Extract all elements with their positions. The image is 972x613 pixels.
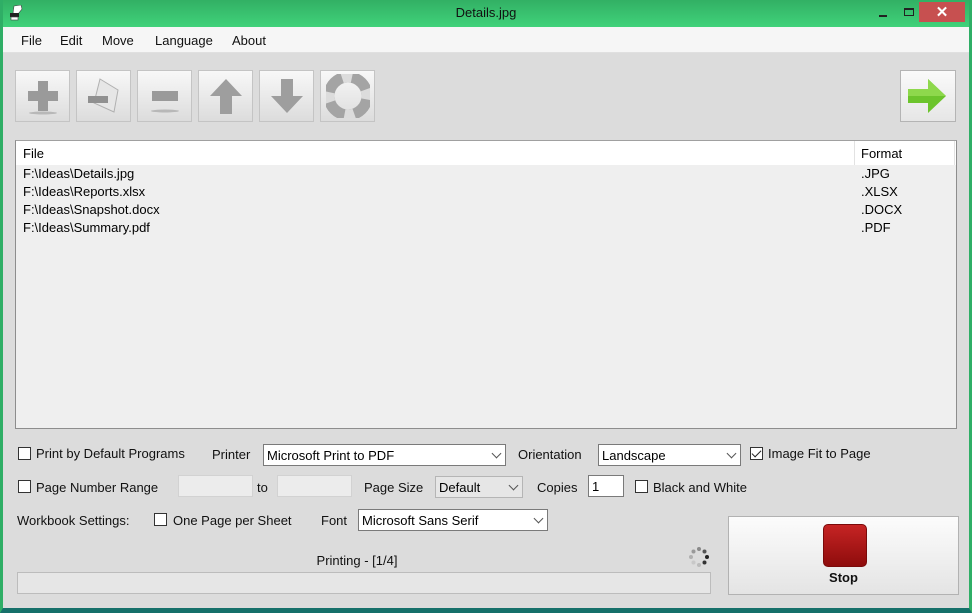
menu-bar: File Edit Move Language About (3, 27, 969, 53)
print-by-default-label[interactable]: Print by Default Programs (36, 446, 185, 461)
workbook-settings-label: Workbook Settings: (17, 513, 130, 528)
remove-document-icon (87, 78, 119, 113)
column-header-file[interactable]: File (23, 146, 44, 161)
add-button[interactable] (15, 70, 70, 122)
chevron-down-icon (726, 448, 737, 459)
file-format: .JPG (861, 166, 890, 181)
file-format: .PDF (861, 220, 891, 235)
page-size-label: Page Size (364, 480, 424, 495)
table-row[interactable]: F:\Ideas\Reports.xlsx .XLSX (16, 183, 956, 201)
file-list[interactable]: File Format F:\Ideas\Details.jpg .JPG F:… (15, 140, 957, 429)
font-value: Microsoft Sans Serif (362, 513, 479, 528)
move-up-button[interactable] (198, 70, 253, 122)
column-separator[interactable] (954, 141, 955, 165)
close-button[interactable]: ✕ (919, 2, 965, 22)
file-path: F:\Ideas\Details.jpg (23, 166, 135, 181)
page-range-label[interactable]: Page Number Range (36, 480, 158, 495)
font-select[interactable]: Microsoft Sans Serif (358, 509, 548, 531)
orientation-select[interactable]: Landscape (598, 444, 741, 466)
chevron-down-icon (533, 513, 544, 524)
status-text: Printing - [1/4] (316, 553, 398, 568)
table-row[interactable]: F:\Ideas\Snapshot.docx .DOCX (16, 201, 956, 219)
page-size-select[interactable]: Default (435, 476, 523, 498)
close-icon: ✕ (935, 4, 949, 21)
file-path: F:\Ideas\Snapshot.docx (23, 202, 160, 217)
column-header-format[interactable]: Format (861, 146, 902, 161)
chevron-down-icon (491, 448, 502, 459)
progress-bar (17, 572, 711, 594)
page-range-from-input[interactable] (178, 475, 253, 497)
table-row[interactable]: F:\Ideas\Summary.pdf .PDF (16, 219, 956, 237)
arrow-down-icon (270, 79, 303, 113)
print-by-default-checkbox[interactable] (18, 447, 31, 460)
black-white-checkbox[interactable] (635, 480, 648, 493)
orientation-label: Orientation (518, 447, 582, 462)
printer-select[interactable]: Microsoft Print to PDF (263, 444, 506, 466)
stop-icon (823, 524, 867, 567)
file-path: F:\Ideas\Summary.pdf (23, 220, 150, 235)
table-row[interactable]: F:\Ideas\Details.jpg .JPG (16, 165, 956, 183)
menu-file[interactable]: File (21, 33, 42, 48)
page-range-checkbox[interactable] (18, 480, 31, 493)
minimize-icon (879, 15, 887, 17)
copies-label: Copies (537, 480, 578, 495)
black-white-label[interactable]: Black and White (653, 480, 747, 495)
loading-spinner-icon (689, 547, 709, 567)
plus-icon (27, 81, 58, 115)
start-print-button[interactable] (900, 70, 956, 122)
orientation-value: Landscape (602, 448, 666, 463)
remove-file-button[interactable] (76, 70, 131, 122)
help-button[interactable] (320, 70, 375, 122)
move-down-button[interactable] (259, 70, 314, 122)
title-bar: Details.jpg ✕ (3, 0, 969, 27)
lifebuoy-icon (325, 74, 370, 118)
printer-value: Microsoft Print to PDF (267, 448, 395, 463)
image-fit-checkbox[interactable] (750, 447, 763, 460)
one-page-per-sheet-checkbox[interactable] (154, 513, 167, 526)
menu-language[interactable]: Language (155, 33, 213, 48)
font-label: Font (321, 513, 348, 528)
image-fit-label[interactable]: Image Fit to Page (768, 446, 871, 461)
page-size-value: Default (439, 480, 481, 495)
remove-button[interactable] (137, 70, 192, 122)
file-format: .XLSX (861, 184, 898, 199)
stop-label: Stop (829, 570, 858, 585)
stop-button[interactable]: Stop (728, 516, 959, 595)
page-range-to-input[interactable] (277, 475, 352, 497)
menu-move[interactable]: Move (102, 33, 134, 48)
list-header: File Format (16, 141, 956, 165)
minimize-button[interactable] (869, 2, 897, 22)
app-window: Details.jpg ✕ File Edit Move Language Ab… (0, 0, 972, 613)
menu-edit[interactable]: Edit (60, 33, 82, 48)
file-format: .DOCX (861, 202, 903, 217)
minus-icon (150, 91, 179, 113)
arrow-up-icon (209, 79, 242, 114)
copies-input[interactable]: 1 (588, 475, 624, 497)
chevron-down-icon (508, 480, 519, 491)
arrow-right-icon (908, 79, 946, 113)
window-title: Details.jpg (455, 5, 517, 20)
page-range-to-label: to (257, 480, 268, 495)
maximize-icon (904, 8, 914, 16)
file-path: F:\Ideas\Reports.xlsx (23, 184, 146, 199)
one-page-per-sheet-label[interactable]: One Page per Sheet (173, 513, 292, 528)
column-separator[interactable] (854, 141, 855, 165)
printer-label: Printer (212, 447, 251, 462)
menu-about[interactable]: About (232, 33, 266, 48)
